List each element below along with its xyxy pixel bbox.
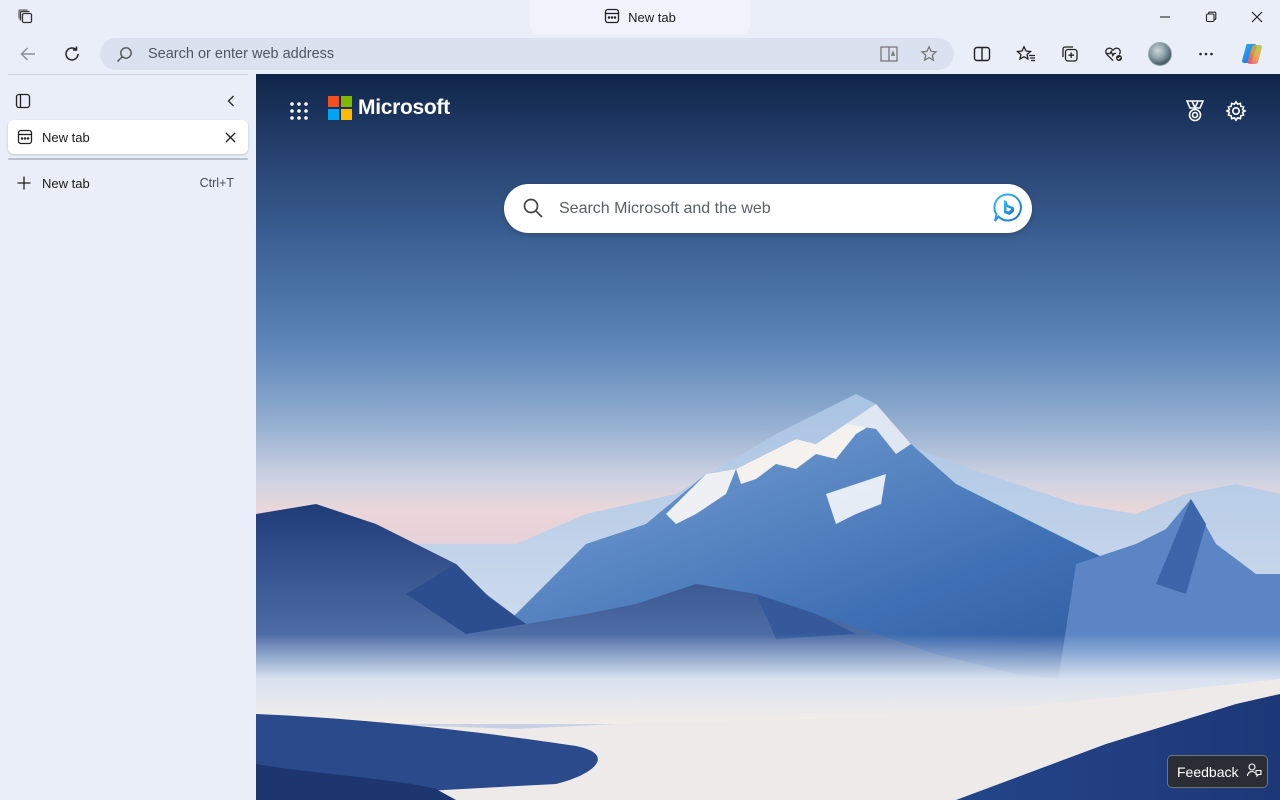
- microsoft-logo-icon: [328, 96, 352, 120]
- workspaces-icon[interactable]: [12, 4, 40, 30]
- settings-and-more-button[interactable]: [1190, 38, 1222, 70]
- address-input[interactable]: [148, 38, 848, 70]
- back-button[interactable]: [12, 38, 44, 70]
- trophy-icon: [1185, 100, 1205, 122]
- restore-icon: [1205, 11, 1217, 23]
- tab-label: New tab: [42, 129, 90, 145]
- split-screen-icon: [973, 46, 991, 62]
- app-launcher-button[interactable]: [282, 94, 316, 128]
- address-bar[interactable]: [100, 38, 954, 70]
- profile-button[interactable]: [1144, 38, 1176, 70]
- divider: [8, 158, 248, 160]
- web-search-box[interactable]: [504, 184, 1032, 233]
- browser-toolbar: [0, 34, 1280, 74]
- tab-actions-icon: [15, 93, 31, 109]
- close-window-button[interactable]: [1234, 0, 1280, 34]
- tab-favicon-icon: [17, 129, 33, 150]
- close-tab-button[interactable]: [218, 125, 242, 149]
- page-settings-button[interactable]: [1219, 94, 1253, 128]
- refresh-icon: [65, 46, 79, 61]
- bing-chat-icon: [993, 193, 1022, 222]
- brand-name: Microsoft: [358, 96, 450, 119]
- feedback-icon: [1246, 762, 1263, 781]
- feedback-label: Feedback: [1177, 763, 1239, 780]
- minimize-button[interactable]: [1142, 0, 1188, 34]
- copilot-icon: [1242, 44, 1262, 64]
- star-icon: [920, 45, 938, 62]
- window-title: New tab: [530, 0, 750, 34]
- copilot-button[interactable]: [1236, 38, 1268, 70]
- web-search-input[interactable]: [559, 184, 959, 233]
- add-favorite-button[interactable]: [916, 41, 942, 67]
- title-bar: New tab: [0, 0, 1280, 34]
- tab-item-new-tab[interactable]: New tab: [8, 120, 248, 154]
- restore-button[interactable]: [1188, 0, 1234, 34]
- background-image: [256, 394, 1280, 800]
- plus-icon: [16, 175, 32, 196]
- collapse-pane-button[interactable]: [217, 87, 245, 115]
- collections-icon: [1062, 46, 1078, 62]
- feedback-button[interactable]: Feedback: [1167, 755, 1268, 788]
- vertical-tabs-pane: New tab New tab Ctrl+T: [0, 74, 256, 800]
- divider: [8, 74, 248, 75]
- browser-essentials-button[interactable]: [1098, 38, 1130, 70]
- app-launcher-icon: [290, 102, 308, 120]
- bing-chat-button[interactable]: [990, 190, 1026, 226]
- rewards-button[interactable]: [1178, 94, 1212, 128]
- search-icon: [522, 197, 544, 224]
- gear-icon: [1225, 100, 1247, 122]
- avatar: [1148, 42, 1172, 66]
- tab-actions-button[interactable]: [9, 87, 37, 115]
- new-tab-page: Microsoft Feedback: [256, 74, 1280, 800]
- minimize-icon: [1160, 16, 1170, 18]
- close-icon: [1251, 11, 1263, 23]
- more-icon: [1199, 52, 1213, 56]
- new-tab-shortcut: Ctrl+T: [199, 176, 234, 190]
- tab-favicon-icon: [604, 8, 620, 27]
- close-icon: [225, 132, 235, 142]
- window-title-text: New tab: [628, 9, 676, 25]
- new-tab-button[interactable]: New tab Ctrl+T: [8, 168, 248, 198]
- immersive-reader-icon: [880, 46, 898, 62]
- search-icon: [116, 46, 133, 68]
- favorites-icon: [1016, 45, 1035, 62]
- favorites-button[interactable]: [1010, 38, 1042, 70]
- back-arrow-icon: [20, 47, 35, 61]
- refresh-button[interactable]: [56, 38, 88, 70]
- immersive-reader-button[interactable]: [876, 41, 902, 67]
- chevron-left-icon: [227, 95, 234, 107]
- new-tab-label: New tab: [42, 175, 90, 191]
- heart-pulse-icon: [1105, 47, 1122, 61]
- collections-button[interactable]: [1054, 38, 1086, 70]
- microsoft-logo[interactable]: Microsoft: [328, 96, 450, 120]
- split-screen-button[interactable]: [966, 38, 998, 70]
